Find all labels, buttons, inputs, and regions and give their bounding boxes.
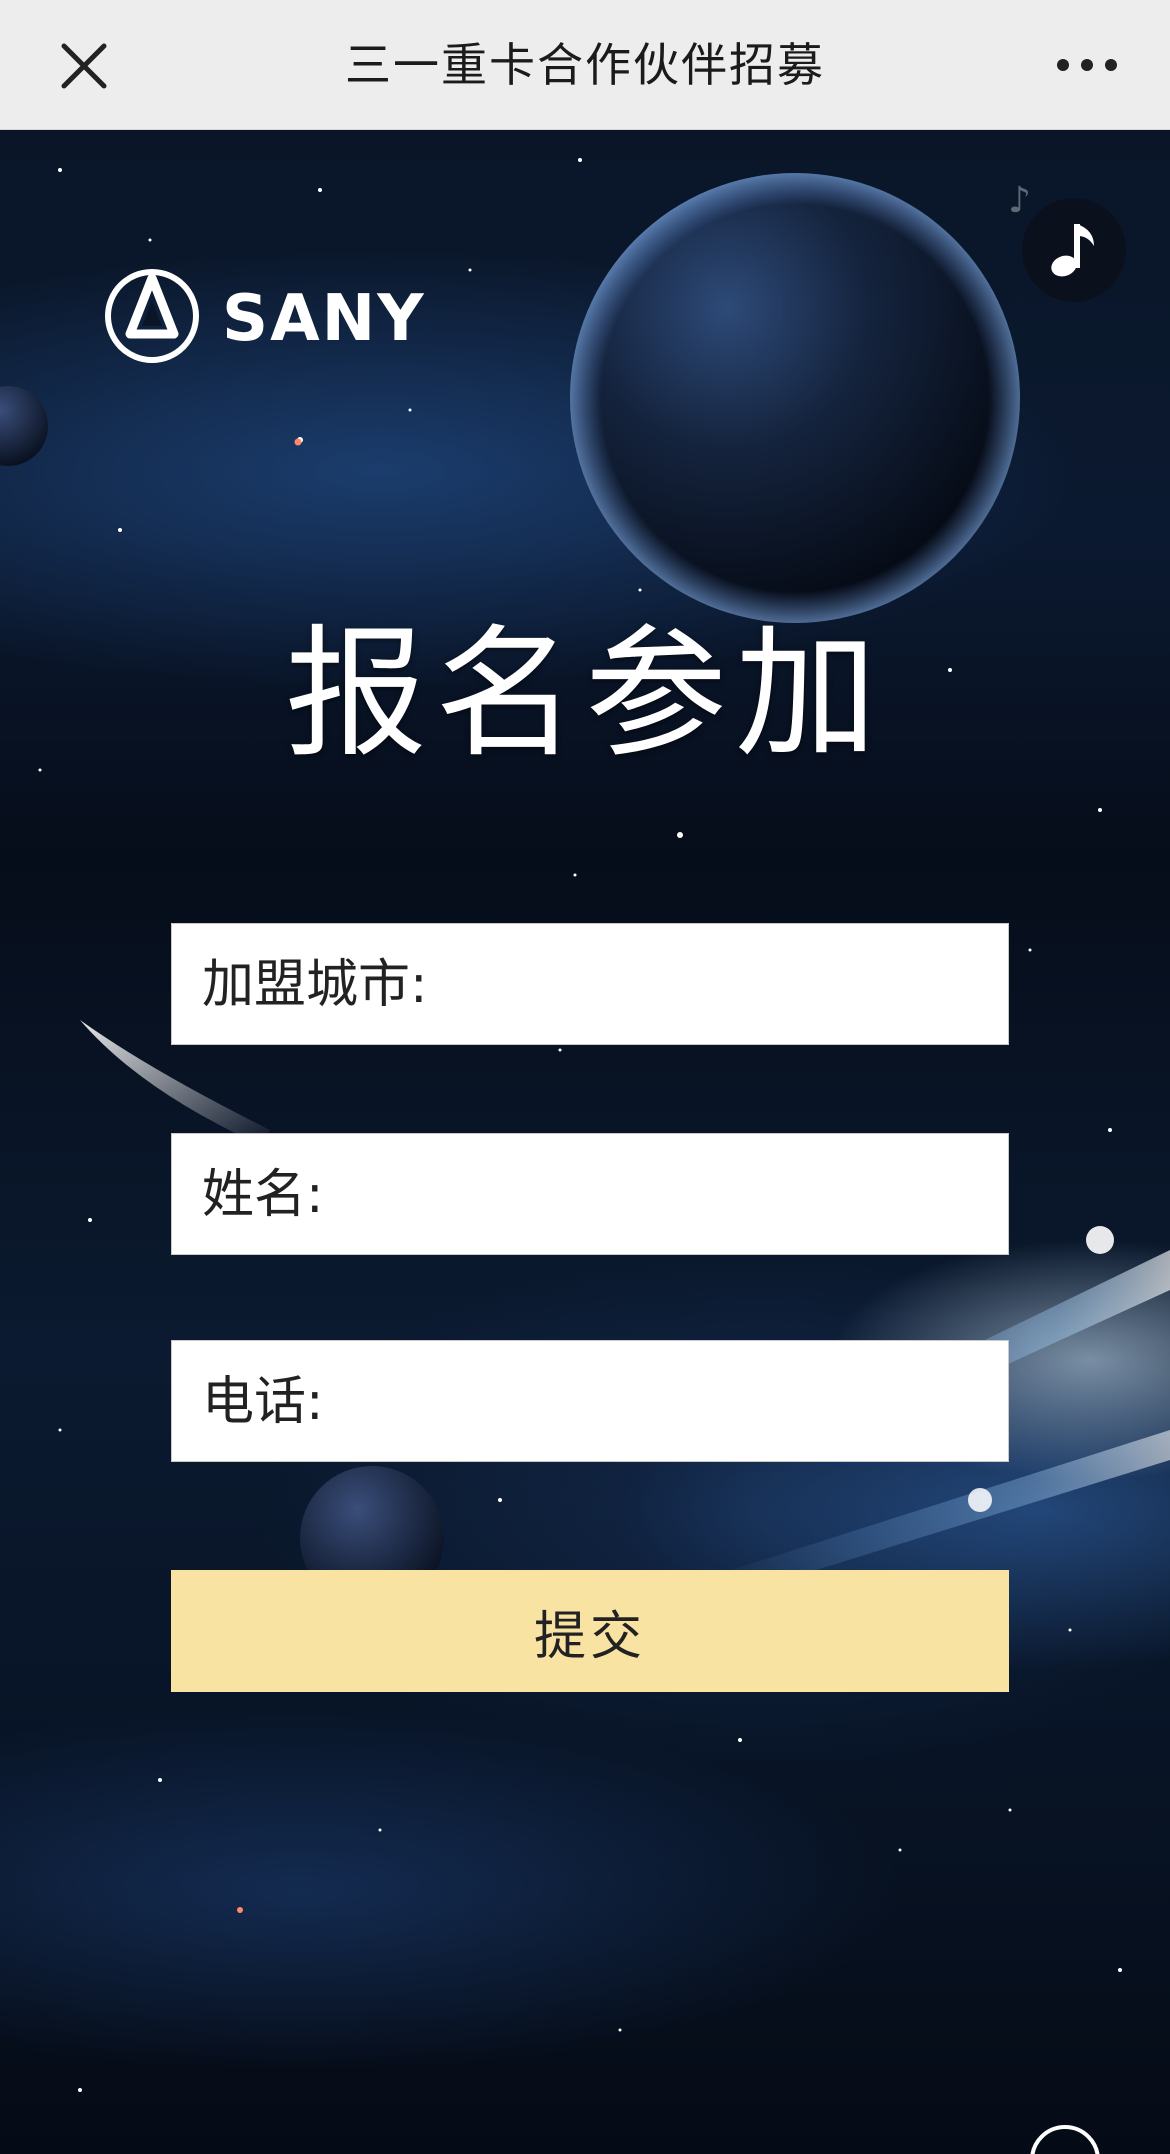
name-field-label: 姓名:	[202, 1165, 324, 1225]
space-background: SANY ♪ 报名参加 加盟城市: 姓名: 电话: 提交	[0, 130, 1170, 2154]
phone-field[interactable]: 电话:	[171, 1340, 1009, 1462]
city-input[interactable]	[412, 944, 976, 1026]
name-input[interactable]	[412, 1154, 976, 1236]
sany-logo: SANY	[105, 269, 426, 363]
submit-button[interactable]: 提交	[171, 1570, 1009, 1692]
signup-headline: 报名参加	[285, 612, 885, 777]
svg-text:SANY: SANY	[222, 282, 426, 356]
nav-bar: 三一重卡合作伙伴招募	[0, 0, 1170, 130]
phone-field-label: 电话:	[202, 1372, 324, 1432]
city-field[interactable]: 加盟城市:	[171, 923, 1009, 1045]
name-field[interactable]: 姓名:	[171, 1133, 1009, 1255]
city-field-label: 加盟城市:	[202, 955, 428, 1015]
more-icon[interactable]	[1054, 52, 1120, 78]
page-title: 三一重卡合作伙伴招募	[345, 38, 825, 92]
music-toggle-button[interactable]	[1022, 198, 1126, 302]
music-note-icon	[1051, 224, 1094, 277]
phone-input[interactable]	[412, 1361, 976, 1443]
